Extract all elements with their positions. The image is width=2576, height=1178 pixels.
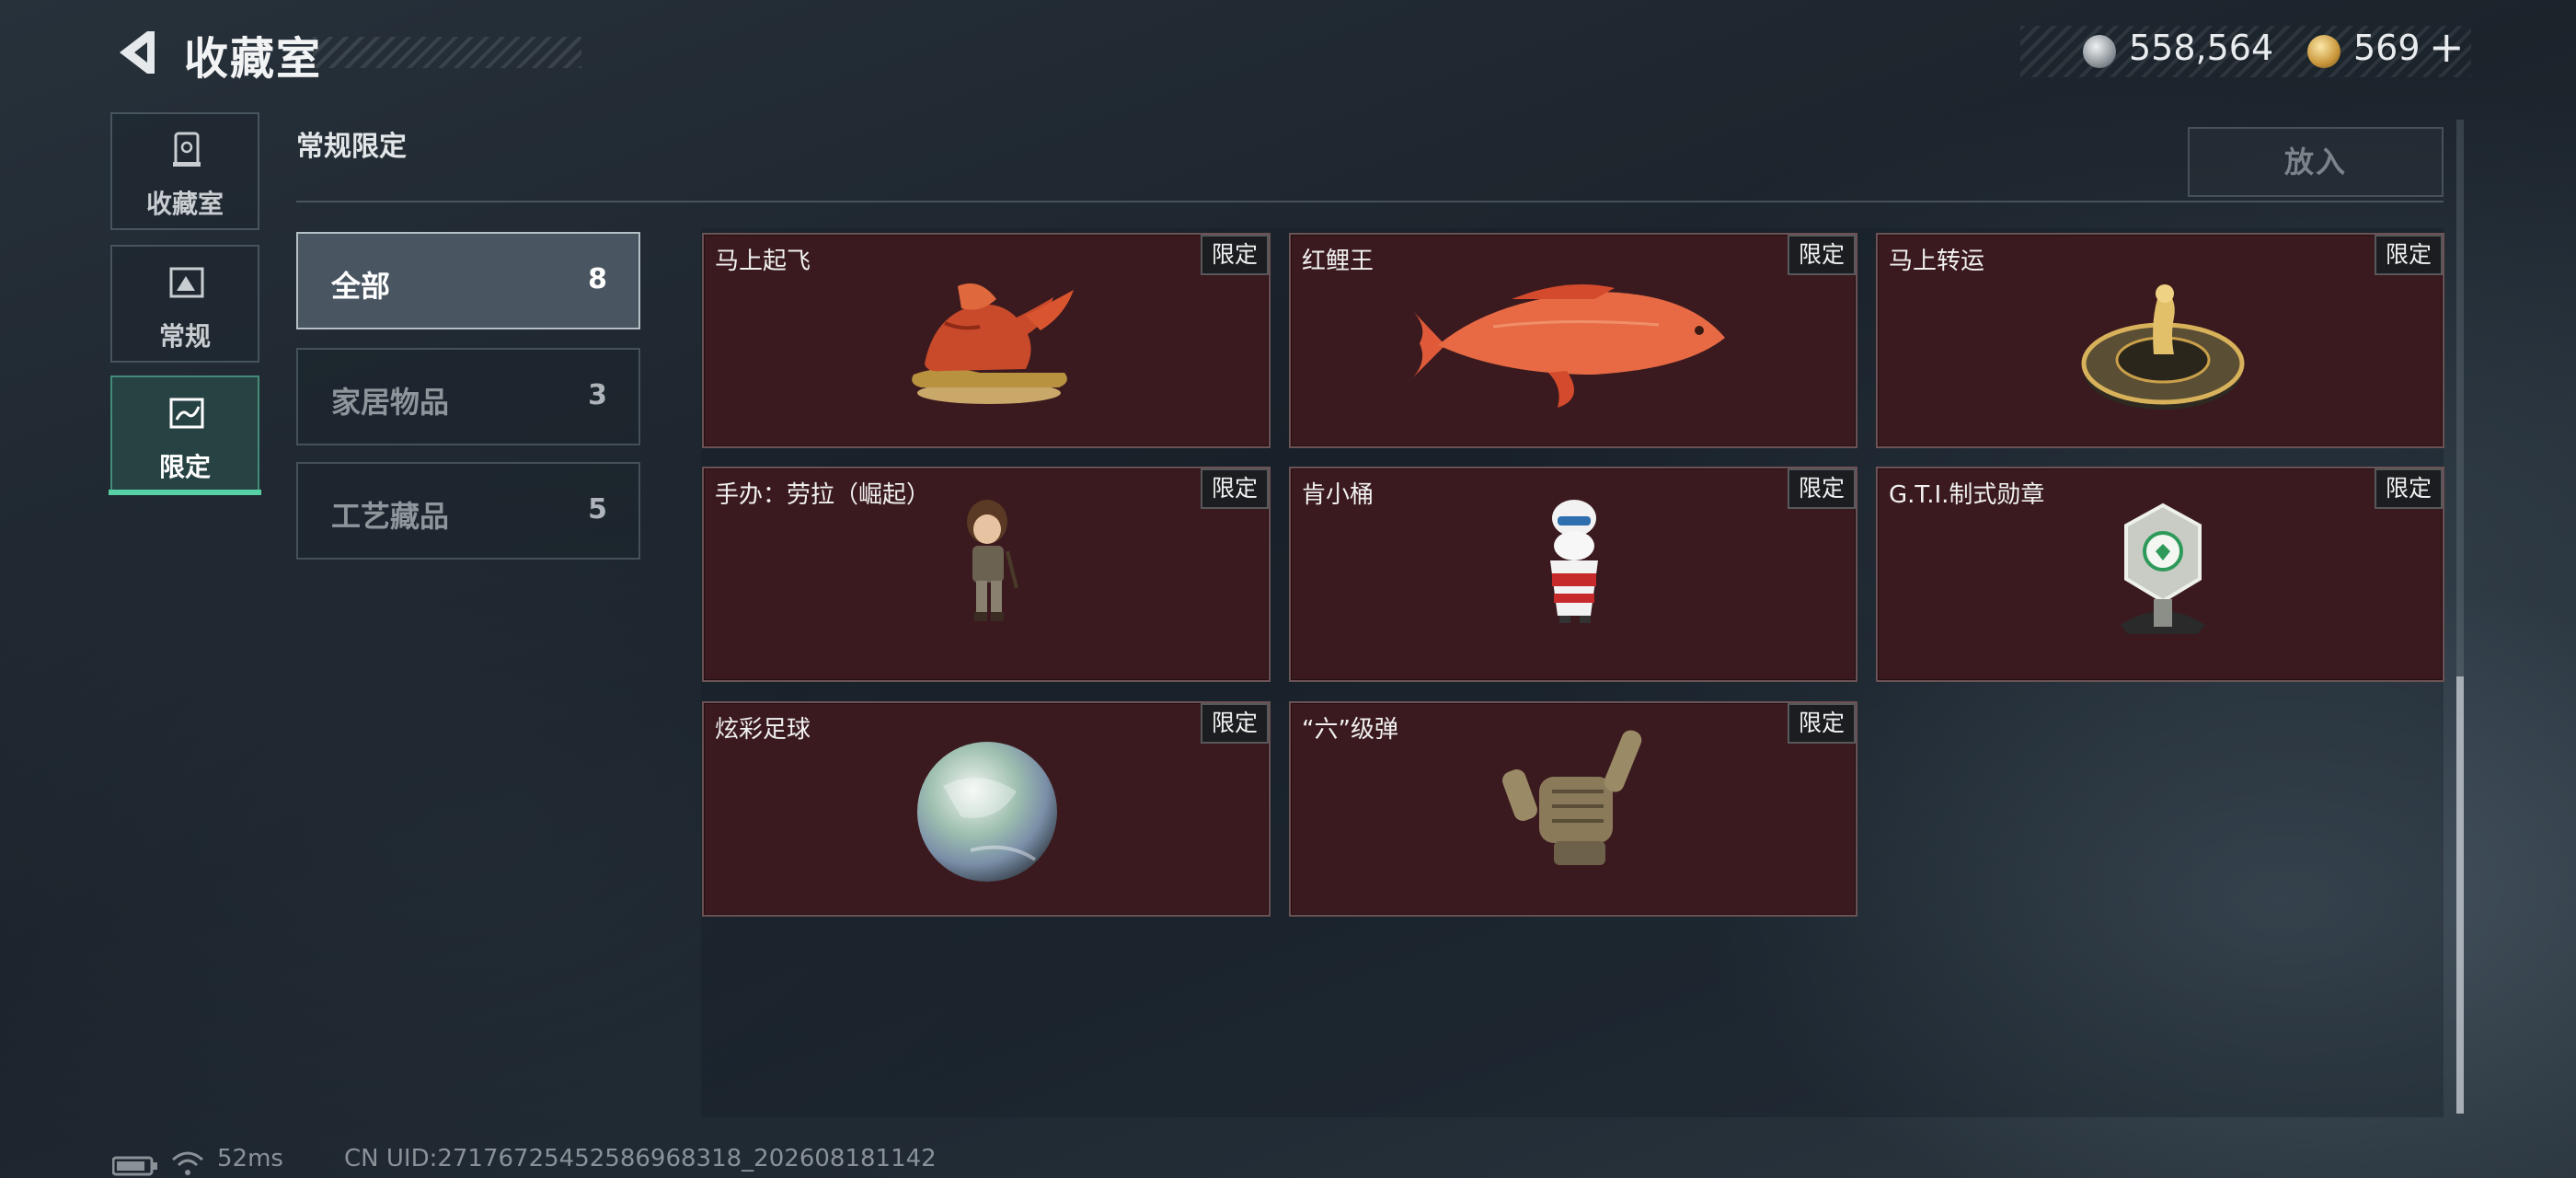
item-name: 马上起飞: [715, 248, 811, 275]
filter-home-items[interactable]: 家居物品 3: [296, 348, 640, 445]
limited-badge: 限定: [1788, 468, 1856, 509]
item-card-shaka-hand[interactable]: “六”级弹 限定: [1289, 701, 1857, 917]
gold-currency-amount: 569: [2353, 28, 2421, 68]
item-name: “六”级弹: [1302, 716, 1398, 744]
display-case-icon: [173, 132, 201, 167]
ping-readout: 52ms: [217, 1145, 283, 1172]
item-name: 手办：劳拉（崛起）: [715, 481, 931, 509]
item-card-fortune-wheel[interactable]: 马上转运 限定: [1876, 233, 2444, 448]
item-card-kfc-bucket[interactable]: 肯小桶 限定: [1289, 467, 1857, 682]
silver-currency-amount: 558,564: [2129, 28, 2274, 68]
page-title: 收藏室: [184, 33, 323, 85]
filter-all[interactable]: 全部 8: [296, 232, 640, 329]
put-in-button[interactable]: 放入: [2188, 127, 2444, 197]
section-title: 常规限定: [296, 131, 407, 163]
title-decoration: [313, 37, 581, 68]
item-name: G.T.I.制式勋章: [1889, 481, 2045, 509]
filter-count: 8: [588, 263, 607, 295]
active-tab-indicator: [109, 490, 261, 495]
item-name: 肯小桶: [1302, 481, 1374, 509]
nav-tab-regular[interactable]: 常规: [110, 245, 259, 363]
filter-count: 5: [588, 493, 607, 525]
item-card-flying-horse[interactable]: 马上起飞 限定: [702, 233, 1271, 448]
picture-frame-icon: [169, 267, 204, 298]
battery-icon: [112, 1156, 157, 1176]
gold-coin-icon: [2307, 35, 2340, 68]
nav-tab-label: 常规: [158, 321, 211, 352]
limited-badge: 限定: [2375, 468, 2443, 509]
item-card-lara-figure[interactable]: 手办：劳拉（崛起） 限定: [702, 467, 1271, 682]
kfc-bucket-figure-icon: [1550, 500, 1598, 623]
section-divider: [296, 201, 2444, 202]
back-arrow-icon: [120, 31, 155, 74]
limited-badge: 限定: [1788, 703, 1856, 744]
filter-label: 家居物品: [331, 385, 450, 420]
filter-label: 工艺藏品: [331, 499, 450, 534]
user-uid: CN UID:27176725452586968318_202608181142: [344, 1145, 937, 1172]
limited-badge: 限定: [2375, 235, 2443, 275]
filter-count: 3: [588, 379, 607, 411]
limited-badge: 限定: [1201, 235, 1269, 275]
filter-crafts[interactable]: 工艺藏品 5: [296, 462, 640, 560]
back-button[interactable]: [110, 28, 160, 77]
silver-coin-icon: [2083, 35, 2116, 68]
red-carp-icon: [1409, 284, 1725, 408]
item-card-red-carp[interactable]: 红鲤王 限定: [1289, 233, 1857, 448]
add-currency-button[interactable]: +: [2429, 22, 2465, 72]
limited-frame-icon: [169, 398, 204, 429]
limited-badge: 限定: [1788, 235, 1856, 275]
nav-tab-label: 限定: [158, 452, 211, 482]
item-name: 马上转运: [1889, 248, 1985, 275]
nav-tab-label: 收藏室: [145, 189, 224, 219]
filter-label: 全部: [331, 269, 391, 304]
item-name: 红鲤王: [1302, 248, 1374, 275]
item-card-gti-medal[interactable]: G.T.I.制式勋章 限定: [1876, 467, 2444, 682]
limited-badge: 限定: [1201, 703, 1269, 744]
nav-tab-limited[interactable]: 限定: [110, 375, 259, 493]
wifi-icon: [172, 1151, 203, 1175]
limited-badge: 限定: [1201, 468, 1269, 509]
item-card-iridescent-football[interactable]: 炫彩足球 限定: [702, 701, 1271, 917]
item-name: 炫彩足球: [715, 716, 811, 744]
scrollbar-thumb[interactable]: [2456, 676, 2464, 1114]
nav-tab-collection-room[interactable]: 收藏室: [110, 112, 259, 230]
